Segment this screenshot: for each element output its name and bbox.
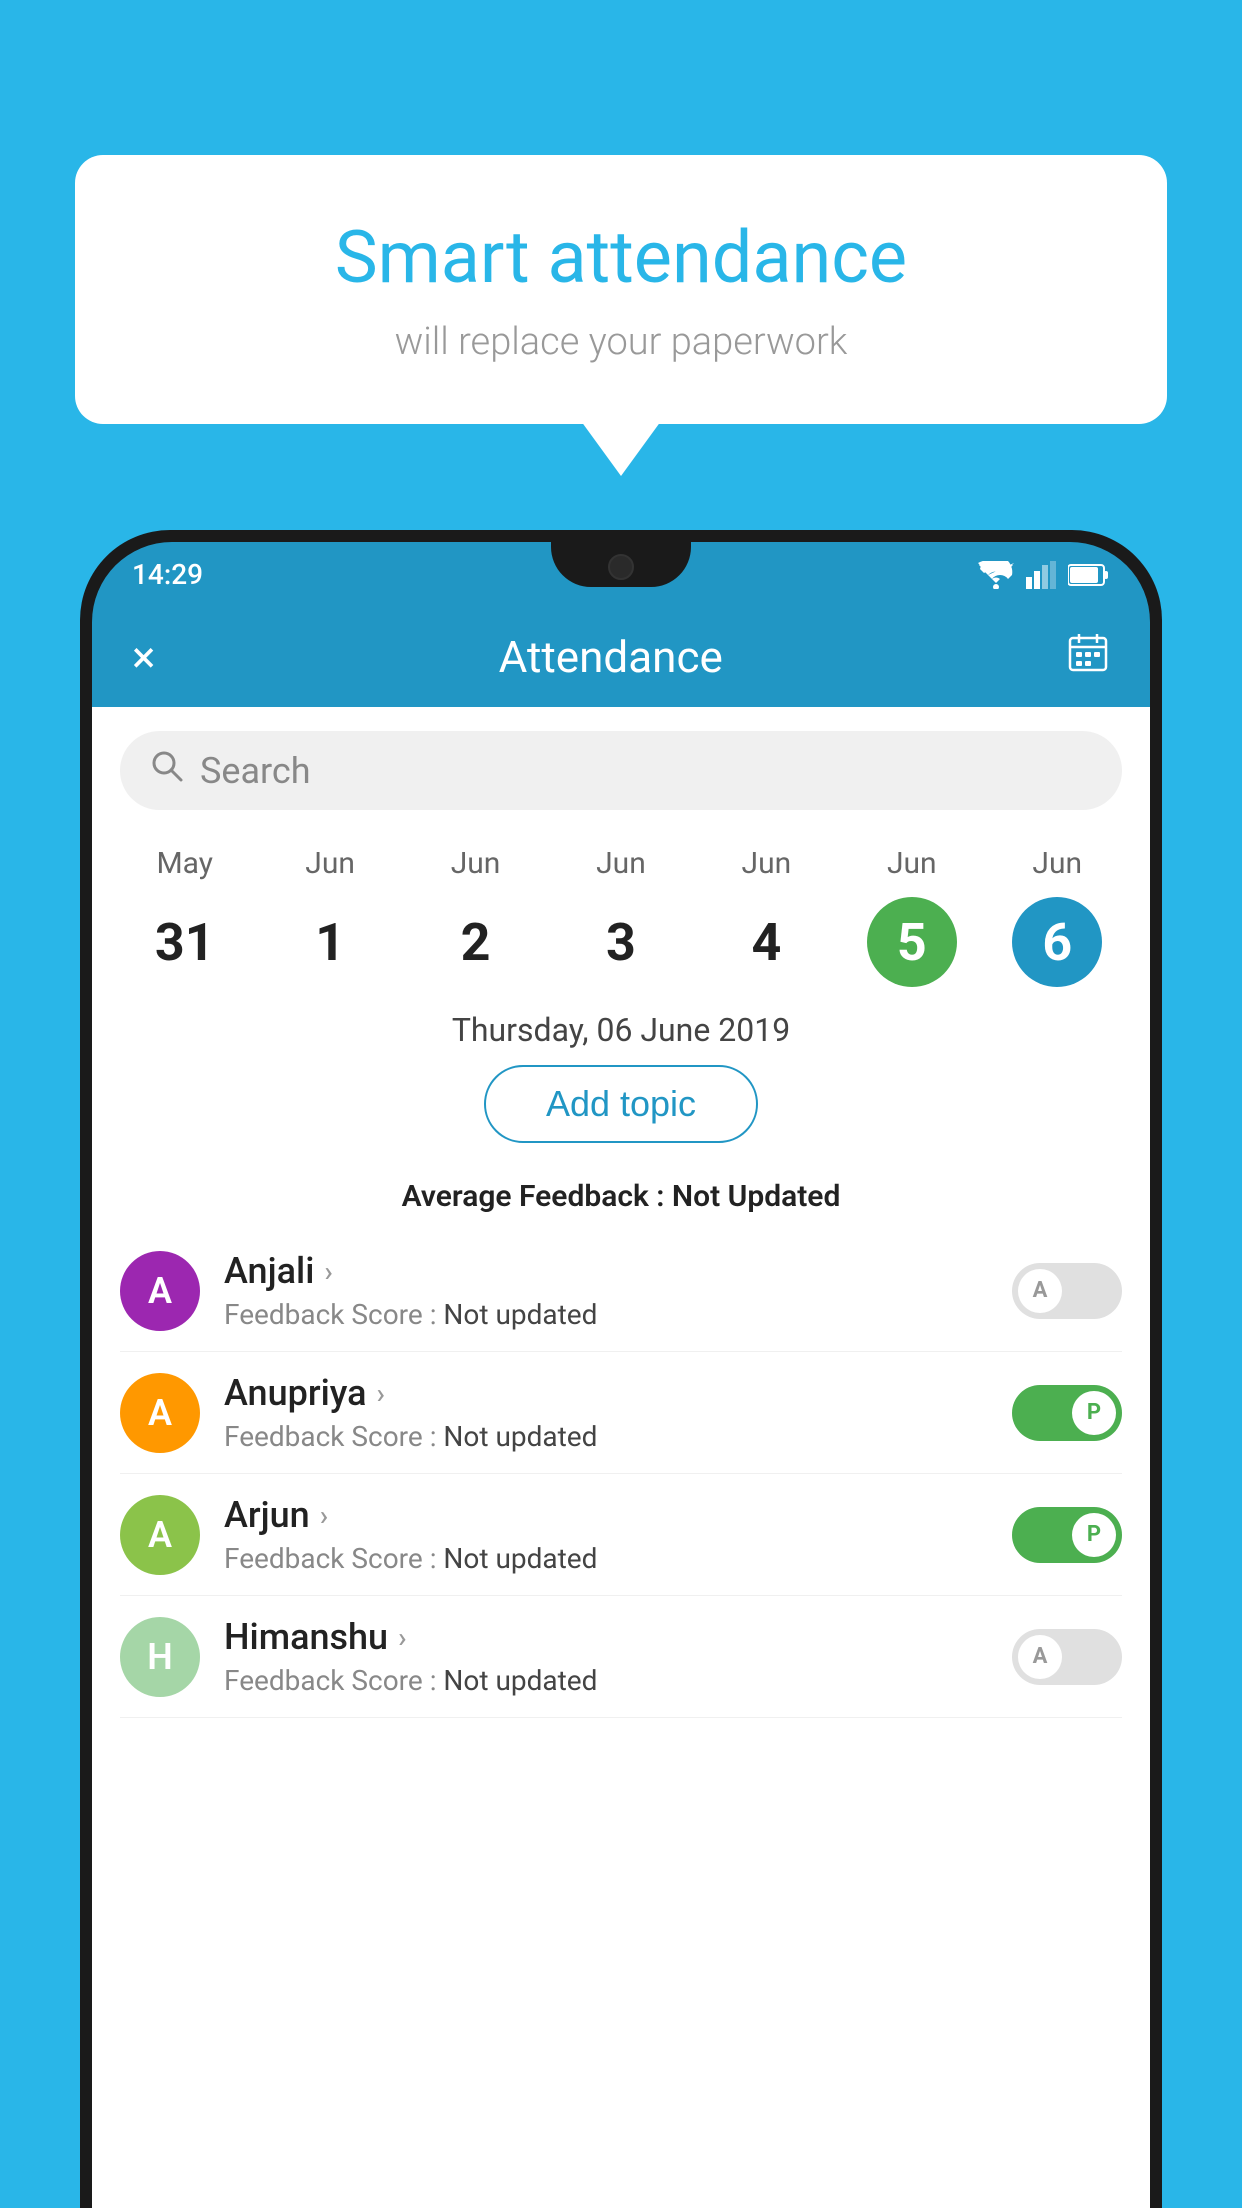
student-info: Himanshu › Feedback Score : Not updated [224,1616,988,1697]
feedback-value: Not updated [443,1420,597,1453]
student-avatar: A [120,1495,200,1575]
date-number[interactable]: 1 [285,897,375,987]
speech-bubble-subtitle: will replace your paperwork [155,320,1087,364]
speech-bubble-container: Smart attendance will replace your paper… [75,155,1167,424]
speech-bubble: Smart attendance will replace your paper… [75,155,1167,424]
student-name: Anupriya › [224,1372,988,1414]
feedback-value: Not updated [443,1542,597,1575]
date-col[interactable]: Jun 3 [571,846,671,987]
wifi-icon [978,561,1014,589]
app-header: × Attendance [92,607,1150,707]
date-strip: May 31 Jun 1 Jun 2 Jun 3 Jun 4 Jun 5 Jun 6 [92,830,1150,987]
avg-feedback: Average Feedback : Not Updated [92,1159,1150,1230]
date-month: Jun [887,846,937,881]
date-number[interactable]: 4 [721,897,811,987]
close-button[interactable]: × [132,631,155,683]
student-list: AAnjali ›Feedback Score : Not updatedAAA… [92,1230,1150,1718]
chevron-icon: › [324,1255,332,1288]
student-info: Arjun › Feedback Score : Not updated [224,1494,988,1575]
date-col[interactable]: Jun 1 [280,846,380,987]
date-number[interactable]: 3 [576,897,666,987]
toggle-switch[interactable]: A [1012,1263,1122,1319]
feedback-value: Not updated [443,1664,597,1697]
date-number[interactable]: 2 [431,897,521,987]
toggle-switch[interactable]: A [1012,1629,1122,1685]
date-month: Jun [596,846,646,881]
signal-icon [1026,561,1056,589]
toggle-knob: P [1072,1513,1116,1557]
chevron-icon: › [320,1499,328,1532]
student-item[interactable]: A Anjali › Feedback Score : Not updated A [120,1230,1122,1352]
student-avatar: H [120,1617,200,1697]
search-bar[interactable]: Search [120,731,1122,810]
toggle-switch[interactable]: P [1012,1385,1122,1441]
date-col[interactable]: Jun 4 [716,846,816,987]
date-col[interactable]: Jun 6 [1007,846,1107,987]
battery-icon [1068,563,1110,587]
chevron-icon: › [398,1621,406,1654]
speech-bubble-arrow [581,421,661,476]
speech-bubble-title: Smart attendance [155,215,1087,300]
student-name: Anjali › [224,1250,988,1292]
status-icons [978,561,1110,589]
phone-camera [608,554,634,580]
search-placeholder: Search [200,750,311,792]
date-col[interactable]: Jun 5 [862,846,962,987]
date-number[interactable]: 5 [867,897,957,987]
student-avatar: A [120,1251,200,1331]
chevron-icon: › [377,1377,385,1410]
student-feedback: Feedback Score : Not updated [224,1542,988,1575]
attendance-toggle[interactable]: A [1012,1263,1122,1319]
student-name: Arjun › [224,1494,988,1536]
toggle-knob: P [1072,1391,1116,1435]
student-avatar: A [120,1373,200,1453]
status-time: 14:29 [132,558,203,591]
student-feedback: Feedback Score : Not updated [224,1664,988,1697]
search-icon [150,749,184,792]
attendance-toggle[interactable]: P [1012,1385,1122,1441]
toggle-switch[interactable]: P [1012,1507,1122,1563]
student-feedback: Feedback Score : Not updated [224,1298,988,1331]
app-content: Search May 31 Jun 1 Jun 2 Jun 3 Jun 4 Jun 5 Jun 6 Thu… [92,707,1150,2208]
student-item[interactable]: A Arjun › Feedback Score : Not updated P [120,1474,1122,1596]
header-title: Attendance [499,631,723,683]
student-info: Anupriya › Feedback Score : Not updated [224,1372,988,1453]
selected-date-label: Thursday, 06 June 2019 [92,987,1150,1065]
phone-inner: 14:29 [92,542,1150,2208]
phone-notch [551,542,691,587]
calendar-button[interactable] [1066,630,1110,684]
date-number[interactable]: 6 [1012,897,1102,987]
toggle-knob: A [1018,1269,1062,1313]
add-topic-button[interactable]: Add topic [484,1065,758,1143]
calendar-icon [1066,630,1110,674]
date-col[interactable]: May 31 [135,846,235,987]
phone-frame: 14:29 [80,530,1162,2208]
date-month: Jun [1032,846,1082,881]
student-info: Anjali › Feedback Score : Not updated [224,1250,988,1331]
feedback-value: Not updated [443,1298,597,1331]
student-item[interactable]: A Anupriya › Feedback Score : Not updated P [120,1352,1122,1474]
date-month: Jun [742,846,792,881]
attendance-toggle[interactable]: A [1012,1629,1122,1685]
date-month: May [156,846,212,881]
student-feedback: Feedback Score : Not updated [224,1420,988,1453]
student-item[interactable]: H Himanshu › Feedback Score : Not updated A [120,1596,1122,1718]
date-col[interactable]: Jun 2 [426,846,526,987]
date-month: Jun [451,846,501,881]
toggle-knob: A [1018,1635,1062,1679]
student-name: Himanshu › [224,1616,988,1658]
date-month: Jun [305,846,355,881]
date-number[interactable]: 31 [140,897,230,987]
attendance-toggle[interactable]: P [1012,1507,1122,1563]
